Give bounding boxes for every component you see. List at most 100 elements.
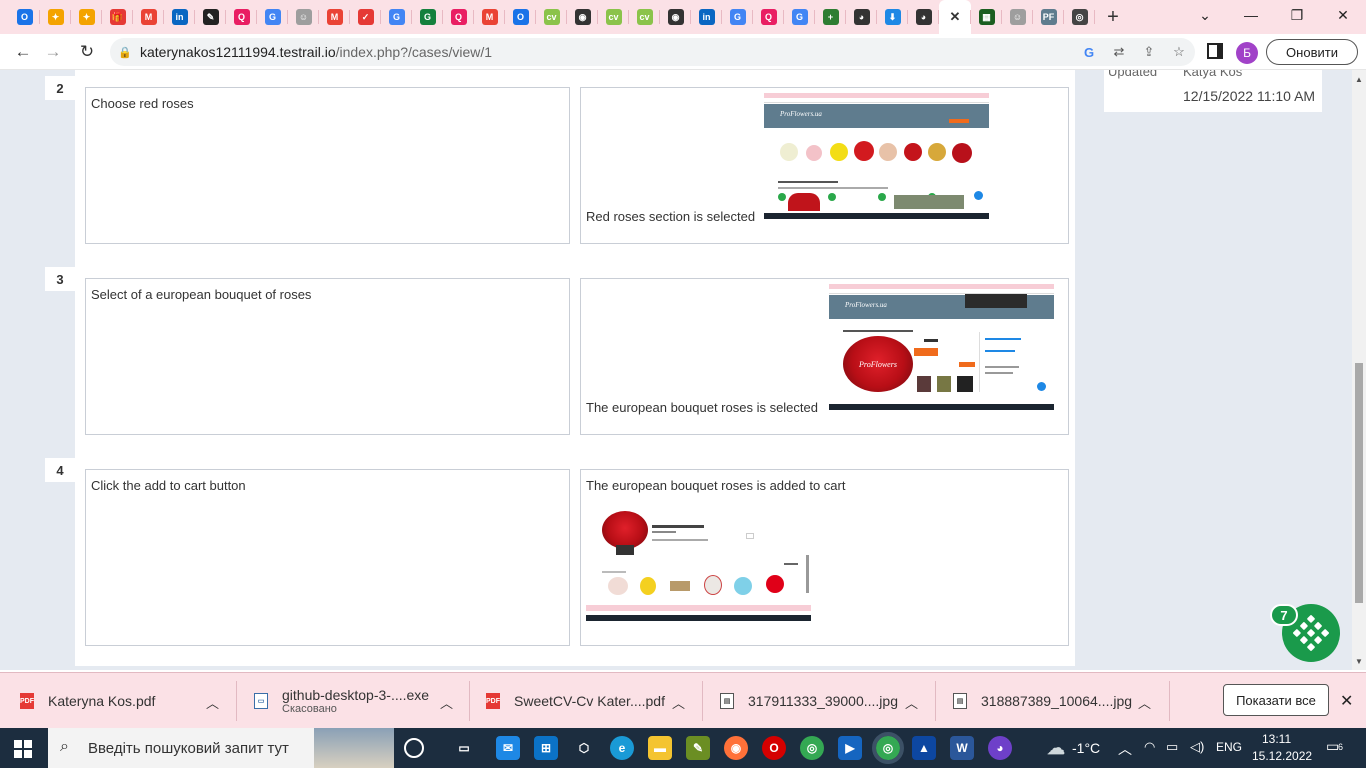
- firefox-icon[interactable]: ◉: [724, 736, 748, 760]
- browser-tab[interactable]: M: [133, 0, 164, 34]
- forward-button[interactable]: →: [38, 37, 68, 67]
- browser-tab[interactable]: ✦: [71, 0, 102, 34]
- browser-tab[interactable]: G: [412, 0, 443, 34]
- chrome-icon[interactable]: ◎: [800, 736, 824, 760]
- github-desktop-icon[interactable]: ◕: [988, 736, 1012, 760]
- battery-icon[interactable]: ▭: [1166, 739, 1178, 755]
- share-icon[interactable]: ⇪: [1139, 42, 1159, 62]
- close-window-button[interactable]: ✕: [1320, 0, 1366, 30]
- browser-tab[interactable]: in: [691, 0, 722, 34]
- volume-icon[interactable]: ◁): [1190, 739, 1204, 755]
- browser-tab[interactable]: ☺: [1002, 0, 1033, 34]
- browser-tab[interactable]: cv: [629, 0, 660, 34]
- show-all-downloads-button[interactable]: Показати все: [1223, 684, 1329, 716]
- windows-start-button[interactable]: [14, 740, 32, 758]
- word-icon[interactable]: W: [950, 736, 974, 760]
- browser-tab[interactable]: in: [164, 0, 195, 34]
- side-panel-icon[interactable]: [1207, 43, 1223, 59]
- wifi-icon[interactable]: ◠: [1144, 739, 1155, 755]
- browser-tab[interactable]: ✓: [350, 0, 381, 34]
- step-description[interactable]: Click the add to cart button: [85, 469, 570, 646]
- screenshot-thumbnail[interactable]: ProFlowers.ua ProFlowers: [829, 284, 1054, 410]
- browser-tab[interactable]: ◕: [846, 0, 877, 34]
- 3d-viewer-icon[interactable]: ⬡: [572, 736, 596, 760]
- google-icon[interactable]: G: [1079, 42, 1099, 62]
- chevron-up-icon[interactable]: ︿: [672, 693, 685, 712]
- profile-avatar[interactable]: Б: [1236, 42, 1258, 64]
- back-button[interactable]: ←: [8, 37, 38, 67]
- download-item[interactable]: ▭ github-desktop-3-....exe Скасовано: [254, 673, 429, 729]
- translate-icon[interactable]: ⇄: [1109, 42, 1129, 62]
- browser-tab[interactable]: ▦: [971, 0, 1002, 34]
- new-tab-button[interactable]: +: [1095, 0, 1131, 34]
- screenshot-thumbnail[interactable]: [586, 495, 811, 621]
- scroll-down-icon[interactable]: ▼: [1352, 654, 1366, 668]
- taskbar-search[interactable]: ⌕ Введіть пошуковий запит тут: [48, 728, 394, 768]
- language-indicator[interactable]: ENG: [1216, 740, 1242, 754]
- browser-tab[interactable]: Q: [226, 0, 257, 34]
- step-expected-result[interactable]: The european bouquet roses is added to c…: [580, 469, 1069, 646]
- browser-tab[interactable]: G: [784, 0, 815, 34]
- browser-tab[interactable]: M: [474, 0, 505, 34]
- lock-icon[interactable]: 🔒: [118, 45, 132, 59]
- chevron-up-icon[interactable]: ︿: [1118, 739, 1132, 759]
- download-item[interactable]: ▤ 317911333_39000....jpg: [720, 673, 898, 729]
- browser-tab[interactable]: cv: [598, 0, 629, 34]
- browser-tab[interactable]: G: [381, 0, 412, 34]
- step-description[interactable]: Select of a european bouquet of roses: [85, 278, 570, 435]
- edge-icon[interactable]: e: [610, 736, 634, 760]
- browser-tab[interactable]: ✕: [939, 0, 971, 34]
- browser-tab[interactable]: ◉: [567, 0, 598, 34]
- browser-tab[interactable]: cv: [536, 0, 567, 34]
- paint-icon[interactable]: ✎: [686, 736, 710, 760]
- close-icon[interactable]: ✕: [1340, 691, 1353, 711]
- browser-tab[interactable]: ✦: [40, 0, 71, 34]
- browser-tab[interactable]: M: [319, 0, 350, 34]
- browser-tab[interactable]: +: [815, 0, 846, 34]
- browser-tab[interactable]: ◎: [1064, 0, 1095, 34]
- chevron-up-icon[interactable]: ︿: [440, 693, 453, 712]
- download-item[interactable]: PDF SweetCV-Cv Kater....pdf: [486, 673, 665, 729]
- browser-tab[interactable]: O: [505, 0, 536, 34]
- browser-tab[interactable]: ◕: [908, 0, 939, 34]
- store-icon[interactable]: ⊞: [534, 736, 558, 760]
- cortana-icon[interactable]: [404, 738, 424, 758]
- opera-icon[interactable]: O: [762, 736, 786, 760]
- weather-cloud-icon[interactable]: ☁: [1044, 736, 1068, 760]
- update-button[interactable]: Оновити: [1266, 39, 1358, 65]
- photos-icon[interactable]: ▲: [912, 736, 936, 760]
- chevron-up-icon[interactable]: ︿: [905, 693, 918, 712]
- page-scrollbar[interactable]: ▲ ▼: [1352, 70, 1366, 670]
- weather-temp[interactable]: -1°C: [1072, 740, 1100, 756]
- download-item[interactable]: ▤ 318887389_10064....jpg: [953, 673, 1132, 729]
- browser-tab[interactable]: G: [257, 0, 288, 34]
- browser-tab[interactable]: Q: [443, 0, 474, 34]
- browser-tab[interactable]: Q: [753, 0, 784, 34]
- step-expected-result[interactable]: Red roses section is selected ProFlowers…: [580, 87, 1069, 244]
- step-description[interactable]: Choose red roses: [85, 87, 570, 244]
- step-expected-result[interactable]: The european bouquet roses is selected P…: [580, 278, 1069, 435]
- reload-button[interactable]: ↻: [72, 37, 102, 67]
- browser-tab[interactable]: G: [722, 0, 753, 34]
- minimize-button[interactable]: —: [1228, 0, 1274, 30]
- mail-icon[interactable]: ✉: [496, 736, 520, 760]
- browser-tab[interactable]: ⬇: [877, 0, 908, 34]
- browser-tab[interactable]: 🎁: [102, 0, 133, 34]
- browser-tab[interactable]: ◉: [660, 0, 691, 34]
- browser-tab[interactable]: ☺: [288, 0, 319, 34]
- browser-tab[interactable]: PF: [1033, 0, 1064, 34]
- clock-date[interactable]: 15.12.2022: [1252, 749, 1312, 763]
- task-view-icon[interactable]: ▭: [452, 736, 476, 760]
- browser-tab[interactable]: ✎: [195, 0, 226, 34]
- scroll-up-icon[interactable]: ▲: [1352, 72, 1366, 86]
- video-editor-icon[interactable]: ▶: [838, 736, 862, 760]
- restore-button[interactable]: ❐: [1274, 0, 1320, 30]
- address-bar[interactable]: 🔒 katerynakos12111994.testrail.io /index…: [110, 38, 1195, 66]
- scroll-thumb[interactable]: [1355, 363, 1363, 603]
- tab-search-icon[interactable]: ⌄: [1182, 0, 1228, 30]
- download-item[interactable]: PDF Kateryna Kos.pdf: [20, 673, 155, 729]
- chevron-up-icon[interactable]: ︿: [206, 693, 219, 712]
- bookmark-star-icon[interactable]: ☆: [1169, 42, 1189, 62]
- screenshot-thumbnail[interactable]: ProFlowers.ua: [764, 93, 989, 219]
- file-explorer-icon[interactable]: ▬: [648, 736, 672, 760]
